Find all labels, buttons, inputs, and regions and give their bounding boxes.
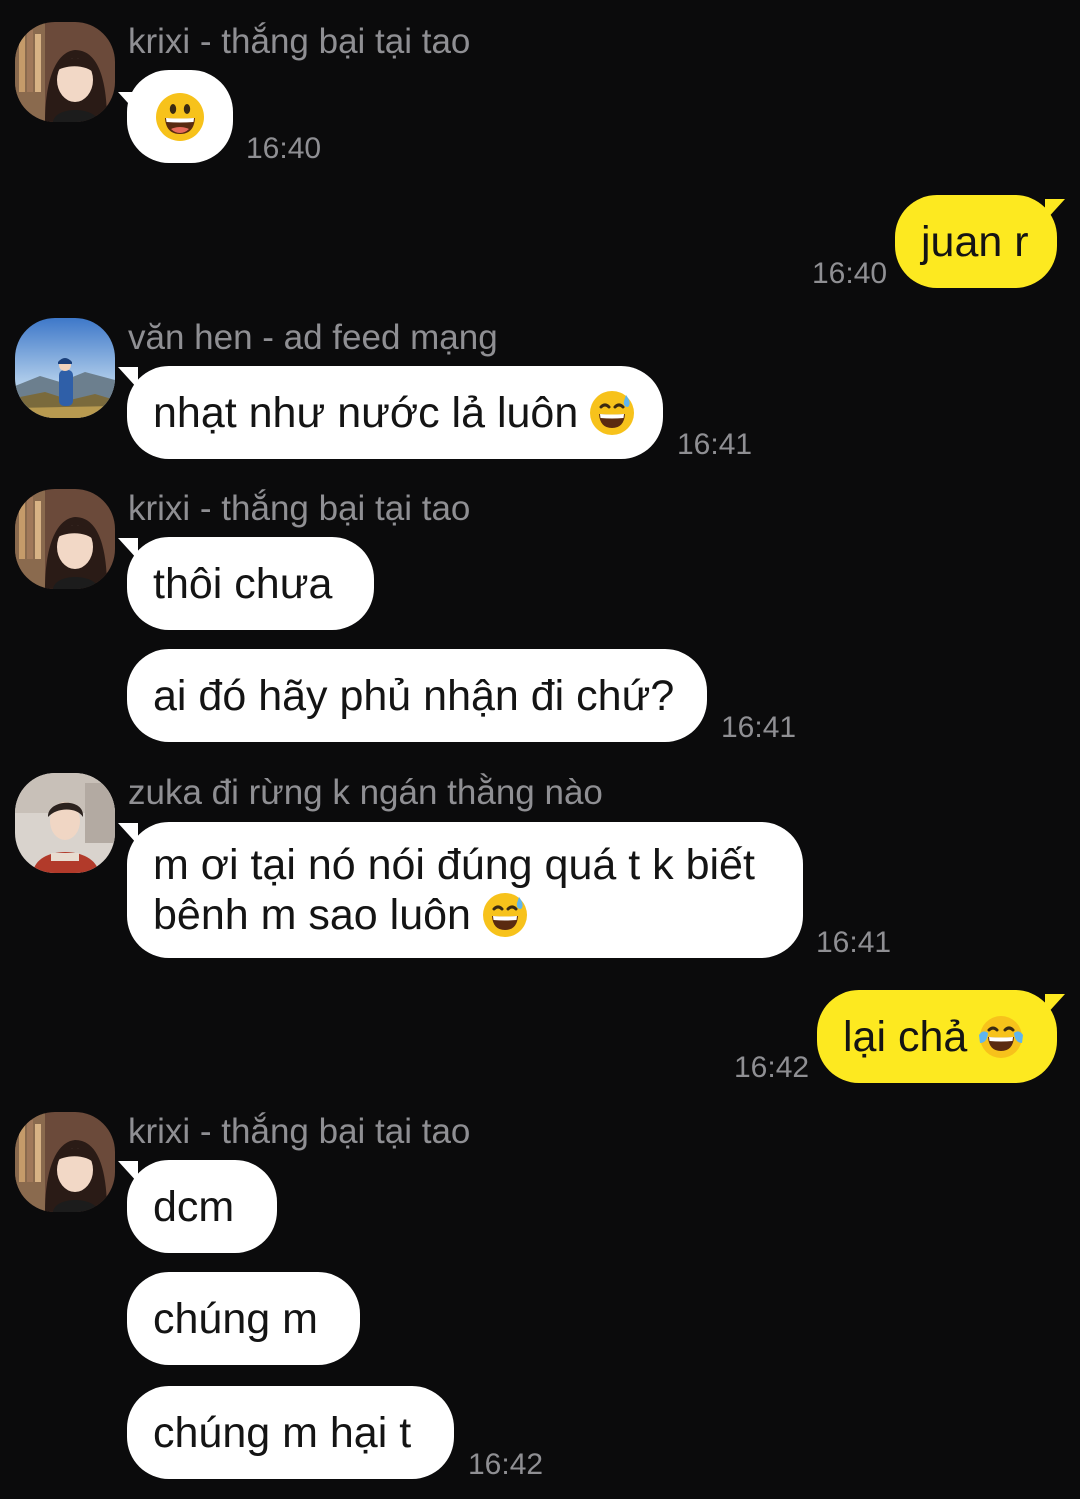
message-text-line: m ơi tại nó nói đúng quá t k biết — [153, 841, 755, 889]
message-text: lại chả — [843, 1012, 968, 1061]
grinning-face-icon — [154, 91, 206, 143]
message-text: nhạt như nước lả luôn — [153, 388, 579, 437]
message-bubble[interactable]: nhạt như nước lả luôn — [127, 366, 663, 459]
message-bubble[interactable]: m ơi tại nó nói đúng quá t k biết bênh m… — [127, 822, 803, 958]
chat-message-list[interactable]: krixi - thắng bại tại tao 16:40 juan r 1… — [0, 0, 1080, 1499]
avatar-krixi[interactable] — [15, 489, 115, 589]
message-text: chúng m — [153, 1294, 318, 1343]
message-text: ai đó hãy phủ nhận đi chứ? — [153, 671, 675, 720]
message-bubble-outgoing[interactable]: juan r — [895, 195, 1057, 288]
message-time: 16:41 — [677, 428, 753, 461]
bubble-tail — [1045, 994, 1065, 1016]
message-bubble[interactable] — [127, 70, 233, 163]
avatar-zuka[interactable] — [15, 773, 115, 873]
message-time: 16:40 — [812, 257, 888, 290]
sender-name: krixi - thắng bại tại tao — [128, 489, 471, 528]
message-time: 16:42 — [468, 1448, 544, 1481]
message-bubble[interactable]: dcm — [127, 1160, 277, 1253]
sender-name: văn hen - ad feed mạng — [128, 318, 498, 357]
avatar-krixi[interactable] — [15, 1112, 115, 1212]
message-time: 16:42 — [734, 1051, 810, 1084]
message-bubble[interactable]: thôi chưa — [127, 537, 374, 630]
message-text: thôi chưa — [153, 559, 333, 608]
sender-name: krixi - thắng bại tại tao — [128, 22, 471, 61]
tears-of-joy-face-icon — [977, 1013, 1025, 1061]
message-bubble[interactable]: ai đó hãy phủ nhận đi chứ? — [127, 649, 707, 742]
grinning-sweat-face-icon — [481, 891, 529, 939]
grinning-sweat-face-icon — [588, 389, 636, 437]
message-time: 16:41 — [721, 711, 797, 744]
message-text: chúng m hại t — [153, 1408, 412, 1457]
message-bubble[interactable]: chúng m hại t — [127, 1386, 454, 1479]
message-time: 16:40 — [246, 132, 322, 165]
message-bubble-outgoing[interactable]: lại chả — [817, 990, 1057, 1083]
message-text: dcm — [153, 1182, 235, 1231]
avatar-van-hen[interactable] — [15, 318, 115, 418]
sender-name: krixi - thắng bại tại tao — [128, 1112, 471, 1151]
message-text: juan r — [921, 217, 1029, 266]
message-time: 16:41 — [816, 926, 892, 959]
message-bubble[interactable]: chúng m — [127, 1272, 360, 1365]
bubble-tail — [1045, 199, 1065, 221]
message-text-line: bênh m sao luôn — [153, 891, 471, 939]
sender-name: zuka đi rừng k ngán thằng nào — [128, 773, 603, 812]
avatar-krixi[interactable] — [15, 22, 115, 122]
